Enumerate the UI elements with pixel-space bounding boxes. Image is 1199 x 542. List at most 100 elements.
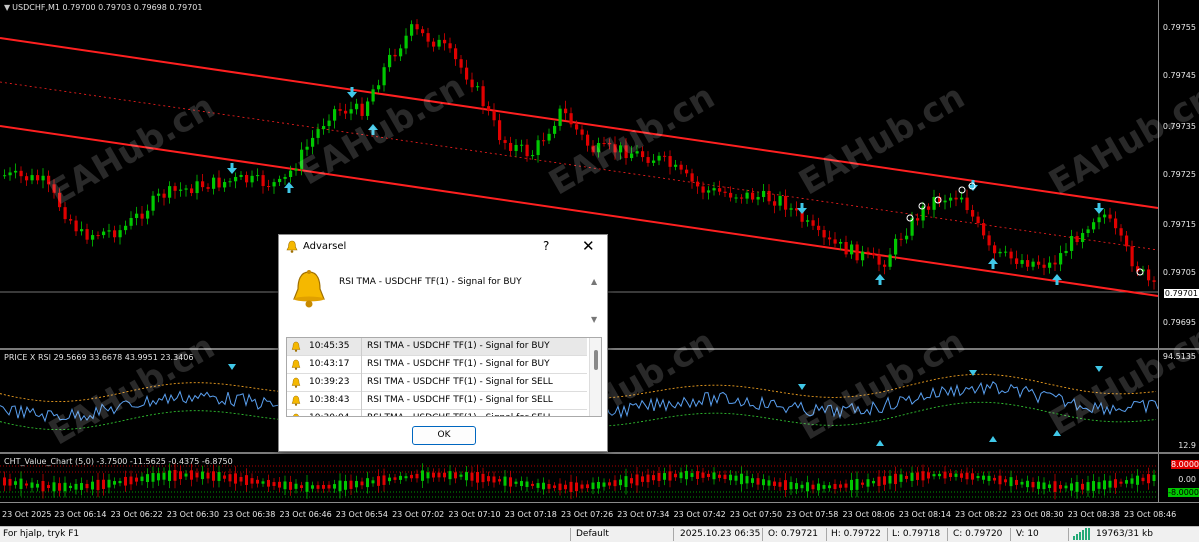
cht-bar <box>553 485 556 488</box>
price-label: 0.79705 <box>1162 268 1196 277</box>
price-label: 0.79755 <box>1162 23 1196 32</box>
candle-body <box>8 172 12 176</box>
dialog-title: Advarsel <box>303 241 347 252</box>
close-button[interactable]: ✕ <box>582 237 595 255</box>
cht-bar <box>932 474 936 477</box>
sell-arrow-icon <box>1094 203 1104 214</box>
traffic-counter: 19763/31 kb <box>1096 529 1153 539</box>
cht-bar <box>602 482 606 487</box>
time-axis[interactable]: 23 Oct 2025 23 Oct 06:14 23 Oct 06:22 23 Oc… <box>0 502 1199 526</box>
scroll-down-icon[interactable]: ▼ <box>591 315 597 324</box>
ok-button[interactable]: OK <box>412 426 476 445</box>
cht-bar <box>745 476 749 484</box>
alert-dialog: Advarsel ? ✕ RSI TMA - USDCHF TF(1) - Si… <box>278 234 608 452</box>
alert-history-list[interactable]: 10:45:35 RSI TMA - USDCHF TF(1) - Signal … <box>286 337 602 417</box>
cht-bar <box>14 481 17 485</box>
message-scrollbar[interactable]: ▲ ▼ <box>589 273 601 329</box>
cht-bar <box>135 477 138 482</box>
alert-row[interactable]: 10:45:35 RSI TMA - USDCHF TF(1) - Signal … <box>287 338 587 356</box>
candle-body <box>437 39 441 47</box>
time-label: 23 Oct 07:18 <box>504 510 557 519</box>
price-label: 0.79695 <box>1162 318 1196 327</box>
candle-body <box>646 157 650 163</box>
cht-bar <box>564 484 567 490</box>
candle-body <box>272 182 276 187</box>
candle-body <box>503 140 507 143</box>
cht-bar <box>817 483 820 491</box>
help-button[interactable]: ? <box>543 239 549 253</box>
candle-body <box>212 177 216 189</box>
divider <box>887 528 888 541</box>
alert-list-scrollbar[interactable] <box>589 338 601 416</box>
cht-bar <box>294 483 298 489</box>
time-label: 23 Oct 06:14 <box>54 510 107 519</box>
main-price-scale[interactable]: 0.79755 0.79745 0.79735 0.79725 0.79715 … <box>1158 0 1199 348</box>
cht-bar <box>8 478 12 486</box>
cht-bar <box>63 482 67 492</box>
cht-bar <box>547 484 551 489</box>
candle-body <box>399 48 403 57</box>
rsi-scale-top: 94.5135 <box>1162 352 1196 361</box>
candle-body <box>949 197 953 201</box>
profile-name[interactable]: Default <box>576 529 609 539</box>
candle-body <box>195 181 199 194</box>
candle-body <box>509 142 513 151</box>
cht-bar <box>338 480 342 492</box>
dialog-titlebar[interactable]: Advarsel ? ✕ <box>279 235 607 259</box>
candle-body <box>377 85 381 90</box>
time-label: 23 Oct 06:38 <box>223 510 276 519</box>
candle-body <box>564 108 568 114</box>
cht-bar <box>349 480 353 489</box>
buy-arrow-icon <box>875 274 885 285</box>
cht-bar <box>426 472 430 479</box>
cht-bar <box>773 481 776 486</box>
alert-row[interactable]: 10:39:23 RSI TMA - USDCHF TF(1) - Signal … <box>287 374 587 392</box>
cht-scale-mid: 0.00 <box>1178 475 1196 484</box>
candle-body <box>762 190 766 198</box>
cht-bar <box>96 479 100 491</box>
candle-body <box>558 108 562 126</box>
candle-body <box>1092 222 1096 230</box>
bar-low: L: 0.79718 <box>892 529 941 539</box>
cht-bar <box>25 483 28 486</box>
candle-body <box>712 188 716 191</box>
candle-body <box>740 197 744 199</box>
candle-body <box>80 229 84 232</box>
chevron-down-icon[interactable]: ▼ <box>4 3 10 12</box>
candle-body <box>239 174 243 177</box>
candle-body <box>806 220 810 222</box>
candle-body <box>602 143 606 145</box>
cht-bar <box>784 480 787 491</box>
alert-row[interactable]: 10:38:43 RSI TMA - USDCHF TF(1) - Signal … <box>287 392 587 410</box>
candle-body <box>866 251 870 253</box>
cht-value-chart-pane[interactable]: CHT_Value_Chart (5,0) -3.7500 -11.5625 -… <box>0 454 1158 502</box>
alert-bell-icon <box>291 269 327 312</box>
candle-body <box>250 175 254 183</box>
scroll-up-icon[interactable]: ▲ <box>591 277 597 286</box>
cht-bar <box>256 479 259 484</box>
alert-row[interactable]: 10:43:17 RSI TMA - USDCHF TF(1) - Signal … <box>287 356 587 374</box>
cht-bar <box>509 477 512 487</box>
cht-bar <box>542 482 545 490</box>
cht-bar <box>635 474 639 486</box>
time-label: 23 Oct 07:10 <box>448 510 501 519</box>
alert-row[interactable]: 10:30:04 RSI TMA - USDCHF TF(1) - Signal … <box>287 410 587 416</box>
candle-body <box>580 129 584 135</box>
candle-body <box>701 186 705 193</box>
cht-bar <box>69 485 72 489</box>
cht-bar <box>822 485 826 489</box>
time-label: 23 Oct 07:02 <box>392 510 445 519</box>
cht-scale[interactable]: 8.0000 0.00 -8.0000 <box>1158 454 1199 502</box>
cht-bar <box>173 470 177 481</box>
rsi-scale[interactable]: 94.5135 12.9 <box>1158 350 1199 452</box>
cht-bar <box>624 476 628 488</box>
cht-bar <box>476 471 479 483</box>
alert-time: 10:38:43 <box>309 395 350 405</box>
scroll-thumb[interactable] <box>594 350 598 370</box>
candle-body <box>723 191 727 193</box>
candle-body <box>1070 236 1074 251</box>
cht-bar <box>140 476 144 482</box>
cht-bar <box>833 483 837 490</box>
candle-body <box>179 189 183 191</box>
candle-body <box>569 113 573 125</box>
